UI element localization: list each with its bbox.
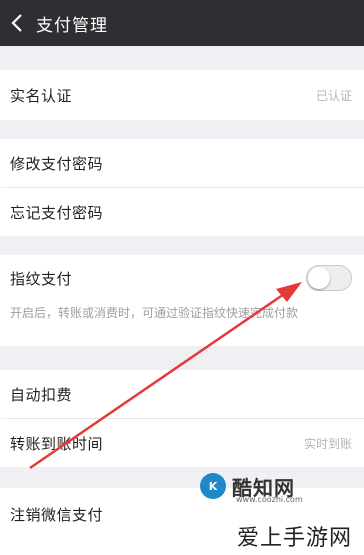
toggle-knob: [308, 267, 330, 289]
footer-watermark-text: 爱上手游网: [236, 526, 352, 551]
coozhi-logo-icon: K: [200, 473, 226, 499]
auto-deduct-row[interactable]: 自动扣费: [0, 370, 364, 418]
title-bar: 支付管理: [0, 0, 364, 46]
fingerprint-description: 开启后，转账或消费时，可通过验证指纹快速完成付款: [0, 301, 364, 346]
fingerprint-toggle[interactable]: [306, 265, 352, 291]
transfer-time-value: 实时到账: [303, 436, 352, 451]
back-icon[interactable]: [2, 0, 32, 46]
change-password-label: 修改支付密码: [10, 154, 104, 173]
fingerprint-row: 指纹支付: [0, 255, 364, 301]
forgot-password-row[interactable]: 忘记支付密码: [0, 188, 364, 236]
auto-deduct-label: 自动扣费: [10, 385, 73, 404]
change-password-row[interactable]: 修改支付密码: [0, 139, 364, 187]
transfer-time-label: 转账到账时间: [10, 434, 104, 453]
fingerprint-label: 指纹支付: [10, 269, 73, 288]
forgot-password-label: 忘记支付密码: [10, 203, 104, 222]
page-title: 支付管理: [36, 15, 108, 36]
footer-watermark: 爱上手游网: [0, 517, 364, 555]
transfer-time-row[interactable]: 转账到账时间 实时到账: [0, 419, 364, 467]
realname-row[interactable]: 实名认证 已认证: [0, 70, 364, 120]
realname-label: 实名认证: [10, 86, 73, 105]
realname-status: 已认证: [315, 88, 352, 103]
coozhi-logo-url: www.coozhi.com: [236, 495, 303, 504]
